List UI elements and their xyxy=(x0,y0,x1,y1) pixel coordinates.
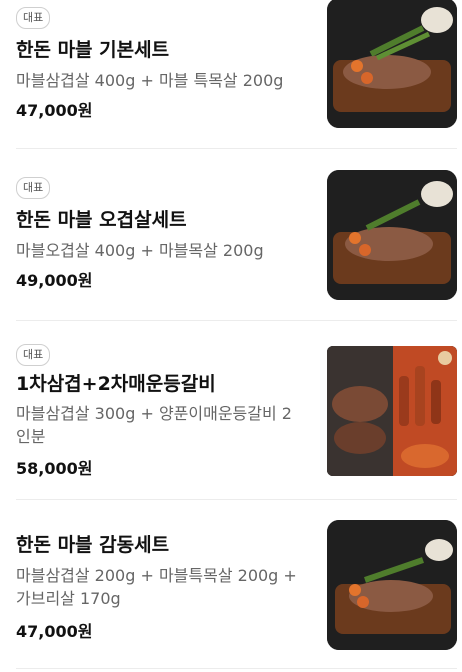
menu-item-description: 마블삼겹살 400g + 마블 특목살 200g xyxy=(16,71,284,90)
divider xyxy=(16,499,457,500)
menu-item-title: 1차삼겹+2차매운등갈비 xyxy=(16,373,216,395)
menu-item[interactable]: 대표 한돈 마블 기본세트 마블삼겹살 400g + 마블 특목살 200g 4… xyxy=(16,0,457,148)
menu-item-title: 한돈 마블 오겹살세트 xyxy=(16,209,187,231)
menu-item-title: 한돈 마블 감동세트 xyxy=(16,534,170,556)
menu-item-photo[interactable] xyxy=(327,520,457,650)
menu-item-price: 47,000원 xyxy=(16,101,93,120)
menu-item-title: 한돈 마블 기본세트 xyxy=(16,39,170,61)
menu-item-description: 마블삼겹살 300g + 양푼이매운등갈비 2인분 xyxy=(16,404,292,446)
menu-item-photo[interactable] xyxy=(327,346,457,476)
menu-item[interactable]: 대표 1차삼겹+2차매운등갈비 마블삼겹살 300g + 양푼이매운등갈비 2인… xyxy=(16,344,457,499)
menu-item[interactable]: 한돈 마블 감동세트 마블삼겹살 200g + 마블특목살 200g + 가브리… xyxy=(16,518,457,672)
divider xyxy=(16,148,457,149)
pork-and-spicy-ribs-icon xyxy=(327,346,457,476)
menu-item-price: 47,000원 xyxy=(16,622,93,641)
menu-item[interactable]: 대표 한돈 마블 오겹살세트 마블오겹살 400g + 마블목살 200g 49… xyxy=(16,170,457,320)
menu-item-photo[interactable] xyxy=(327,170,457,300)
grilled-pork-platter-icon xyxy=(327,170,457,300)
grilled-pork-platter-icon xyxy=(327,0,457,128)
representative-badge: 대표 xyxy=(16,344,51,366)
divider xyxy=(16,320,457,321)
menu-item-price: 58,000원 xyxy=(16,459,93,478)
menu-item-price: 49,000원 xyxy=(16,271,93,290)
menu-item-description: 마블오겹살 400g + 마블목살 200g xyxy=(16,241,264,260)
representative-badge: 대표 xyxy=(16,7,51,29)
menu-item-photo[interactable] xyxy=(327,0,457,128)
grilled-pork-platter-icon xyxy=(327,520,457,650)
divider xyxy=(16,668,457,669)
representative-badge: 대표 xyxy=(16,177,51,199)
menu-item-description: 마블삼겹살 200g + 마블특목살 200g + 가브리살 170g xyxy=(16,566,297,608)
